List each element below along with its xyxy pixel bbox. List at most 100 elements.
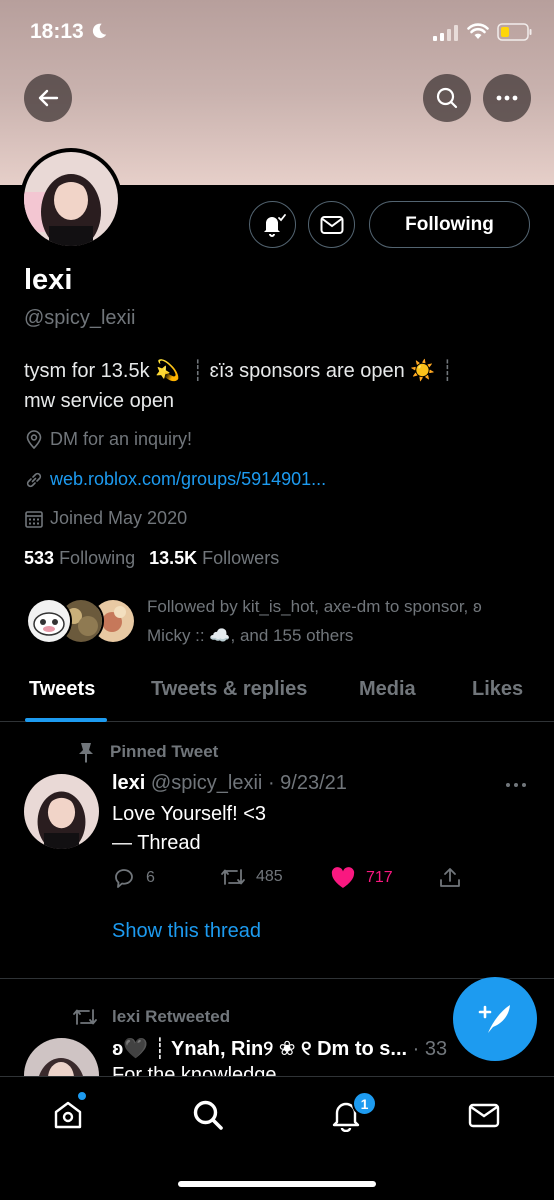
following-label: Following: [59, 548, 136, 568]
like-button[interactable]: 717: [330, 866, 393, 890]
tweet-text-line1: Love Yourself! <3: [112, 803, 267, 825]
tweet-author-name[interactable]: lexi: [112, 772, 145, 794]
profile-bio: tysm for 13.5k 💫 ┊ ɛïɜ sponsors are open …: [24, 356, 534, 416]
retweet-count: 485: [256, 868, 283, 885]
profile-joined-date: Joined May 2020: [24, 508, 187, 529]
retweet-icon: [221, 869, 245, 885]
tweet-date: · 9/23/21: [267, 772, 347, 794]
profile-website[interactable]: web.roblox.com/groups/5914901...: [24, 469, 326, 490]
do-not-disturb-moon-icon: [92, 23, 107, 39]
reply-button[interactable]: 6: [112, 866, 155, 890]
profile-name: lexi: [24, 264, 73, 296]
tweet-actions: 6 485 717: [112, 866, 532, 896]
status-bar: 18:13: [0, 0, 554, 60]
tweet-header: lexi @spicy_lexii · 9/23/21: [112, 772, 347, 795]
tab-media[interactable]: Media: [359, 678, 416, 701]
share-button[interactable]: [438, 866, 472, 890]
heart-filled-icon: [331, 867, 355, 888]
followed-by-line1: Followed by kit_is_hot, axe-dm to sponso…: [147, 597, 482, 616]
profile-search-button[interactable]: [423, 74, 471, 122]
bottom-navigation: 1: [0, 1076, 554, 1200]
home-icon: [54, 1101, 82, 1129]
profile-tabs: Tweets Tweets & replies Media Likes: [0, 668, 554, 722]
followers-count: 13.5K: [149, 548, 198, 568]
tweet-date: · 33: [412, 1038, 448, 1060]
website-link[interactable]: web.roblox.com/groups/5914901...: [50, 469, 326, 490]
more-options-button[interactable]: [483, 74, 531, 122]
profile-handle: @spicy_lexii: [24, 307, 136, 329]
location-text: DM for an inquiry!: [50, 429, 193, 449]
envelope-icon: [320, 215, 343, 234]
nav-home[interactable]: [48, 1095, 88, 1135]
cellular-signal-icon: [433, 25, 458, 41]
location-pin-icon: [26, 429, 42, 449]
link-icon: [26, 472, 42, 487]
home-unread-dot: [77, 1091, 87, 1101]
tweet-text-line2: — Thread: [112, 832, 201, 854]
pinned-tweet-label: Pinned Tweet: [76, 741, 218, 763]
followed-by-avatars[interactable]: [26, 598, 136, 646]
envelope-icon: [468, 1103, 500, 1128]
pin-icon: [79, 743, 93, 763]
back-button[interactable]: [24, 74, 72, 122]
arrow-left-icon: [38, 89, 59, 107]
tab-tweets[interactable]: Tweets: [29, 678, 95, 701]
retweet-button[interactable]: 485: [220, 866, 283, 888]
message-button[interactable]: [308, 201, 355, 248]
bio-line1-part1: tysm for 13.5k 💫: [24, 360, 181, 382]
tweet-header: ʚ🖤 ┊ Ynah, Rin୨ ❀ ୧ Dm to s... · 33: [112, 1036, 447, 1061]
profile-location: DM for an inquiry!: [24, 429, 192, 450]
tweet-avatar-image: [24, 774, 99, 849]
like-count: 717: [366, 869, 393, 886]
profile-avatar-image: [24, 152, 118, 246]
bio-line2: mw service open: [24, 390, 175, 412]
tab-likes[interactable]: Likes: [472, 678, 523, 701]
following-count: 533: [24, 548, 55, 568]
tab-tweets-and-replies[interactable]: Tweets & replies: [151, 678, 307, 701]
follower-avatar: [26, 598, 72, 644]
following-button[interactable]: Following: [369, 201, 530, 248]
tweet-author-name[interactable]: ʚ🖤 ┊ Ynah, Rin୨ ❀ ୧ Dm to s...: [112, 1038, 407, 1060]
tweet-author-handle: @spicy_lexii: [150, 772, 263, 794]
follow-counts: 533 Following 13.5K Followers: [24, 548, 279, 569]
bio-line1-part2: ɛïɜ sponsors are open ☀️: [209, 360, 436, 382]
bio-separator: ┊: [191, 360, 204, 382]
notifications-bell-button[interactable]: [249, 201, 296, 248]
retweeted-label-text: lexi Retweeted: [112, 1007, 231, 1026]
compose-feather-plus-icon: [478, 1005, 510, 1033]
tweet-author-avatar[interactable]: [24, 774, 99, 849]
nav-search[interactable]: [188, 1095, 228, 1135]
retweeted-label: lexi Retweeted: [72, 1006, 230, 1028]
bell-check-icon: [263, 213, 286, 237]
show-this-thread-link[interactable]: Show this thread: [112, 920, 261, 943]
share-icon: [440, 868, 460, 887]
wifi-icon: [467, 23, 489, 39]
tweet-text: Love Yourself! <3 — Thread: [112, 800, 266, 858]
tweet-divider: [0, 978, 554, 979]
more-dots-icon: [496, 95, 518, 101]
followers-label: Followers: [202, 548, 280, 568]
search-icon: [436, 87, 458, 109]
following-count-link[interactable]: 533 Following: [24, 548, 135, 569]
followed-by-text[interactable]: Followed by kit_is_hot, axe-dm to sponso…: [147, 592, 542, 650]
nav-messages[interactable]: [464, 1095, 504, 1135]
profile-avatar[interactable]: [20, 148, 122, 250]
compose-tweet-button[interactable]: [453, 977, 537, 1061]
home-indicator-bar: [178, 1181, 376, 1187]
retweet-icon: [73, 1009, 97, 1025]
bio-separator: ┊: [441, 360, 454, 382]
followers-count-link[interactable]: 13.5K Followers: [149, 548, 279, 569]
reply-count: 6: [146, 869, 155, 886]
followed-by-line2: Micky :: ☁️, and 155 others: [147, 626, 354, 645]
battery-low-power-icon: [497, 23, 532, 41]
active-tab-indicator: [25, 718, 107, 722]
status-time: 18:13: [30, 20, 84, 43]
search-icon: [193, 1100, 223, 1130]
joined-text: Joined May 2020: [50, 508, 188, 528]
pinned-label-text: Pinned Tweet: [110, 742, 219, 761]
notifications-badge: 1: [352, 1091, 377, 1116]
calendar-icon: [25, 510, 43, 528]
more-dots-icon: [506, 783, 526, 787]
reply-bubble-icon: [115, 869, 133, 888]
tweet-more-button[interactable]: [505, 772, 527, 795]
